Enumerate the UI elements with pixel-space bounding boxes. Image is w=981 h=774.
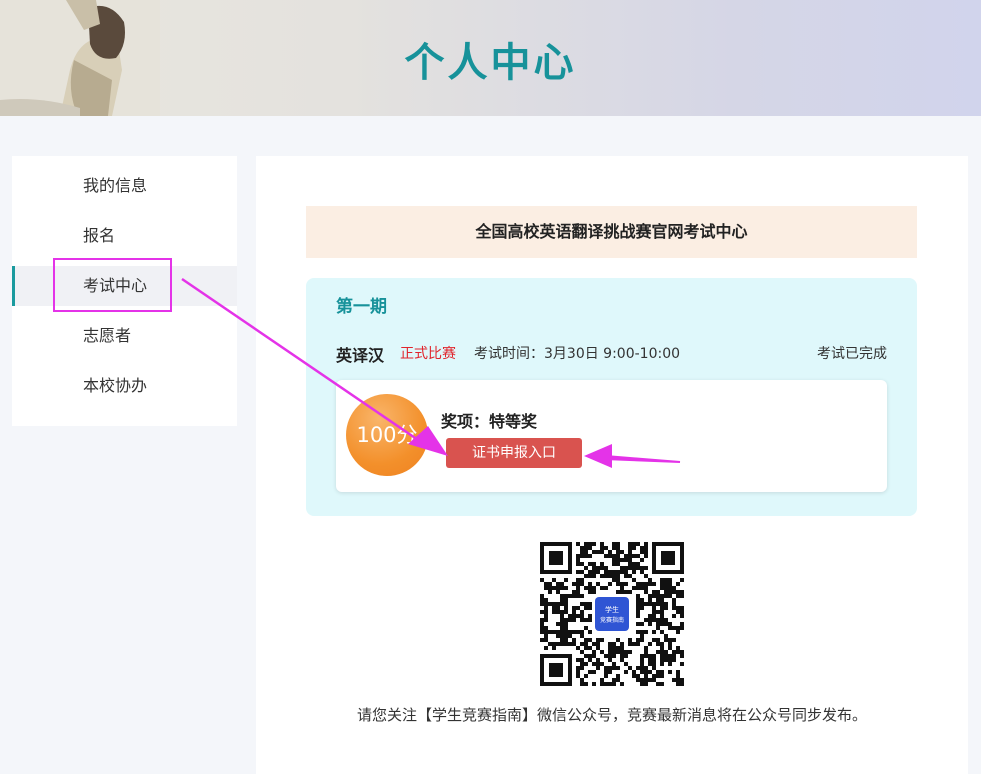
- certificate-apply-button[interactable]: 证书申报入口: [446, 438, 582, 468]
- qr-logo-text-2: 竞赛指南: [600, 616, 624, 624]
- score-badge: 100分: [346, 394, 428, 476]
- qr-code: 学生 竞赛指南: [540, 542, 684, 686]
- site-title-banner: 全国高校英语翻译挑战赛官网考试中心: [306, 206, 917, 258]
- qr-logo-icon: [595, 597, 629, 631]
- qr-code-image: 学生 竞赛指南: [540, 542, 684, 686]
- sidebar-item-volunteer[interactable]: 志愿者: [12, 316, 237, 356]
- qr-finder-top-left: [540, 542, 572, 574]
- exam-name: 英译汉: [336, 346, 385, 365]
- main-content: 全国高校英语翻译挑战赛官网考试中心 第一期 英译汉 正式比赛 考试时间：3月30…: [256, 156, 968, 774]
- exam-time: 考试时间：3月30日 9:00-10:00: [474, 346, 681, 362]
- sidebar-item-my-info[interactable]: 我的信息: [12, 166, 237, 206]
- page-title: 个人中心: [404, 40, 577, 86]
- period-title: 第一期: [336, 297, 387, 317]
- qr-finder-bottom-left: [540, 654, 572, 686]
- exam-type-label: 正式比赛: [400, 346, 456, 362]
- exam-row: 英译汉 正式比赛 考试时间：3月30日 9:00-10:00 考试已完成: [336, 342, 887, 365]
- exam-status: 考试已完成: [817, 346, 887, 362]
- qr-logo-text-1: 学生: [605, 605, 619, 614]
- qr-finder-top-right: [652, 542, 684, 574]
- period-card: 第一期 英译汉 正式比赛 考试时间：3月30日 9:00-10:00 考试已完成…: [306, 278, 917, 516]
- sidebar-item-register[interactable]: 报名: [12, 216, 237, 256]
- header-banner: 个人中心: [0, 0, 981, 116]
- sidebar-item-school-cohost[interactable]: 本校协办: [12, 366, 237, 406]
- result-card: 100分 奖项：特等奖 证书申报入口: [336, 380, 887, 492]
- annotation-highlight-box: [53, 258, 172, 312]
- award-text: 奖项：特等奖: [441, 412, 538, 431]
- qr-caption: 请您关注【学生竞赛指南】微信公众号，竞赛最新消息将在公众号同步发布。: [356, 706, 867, 724]
